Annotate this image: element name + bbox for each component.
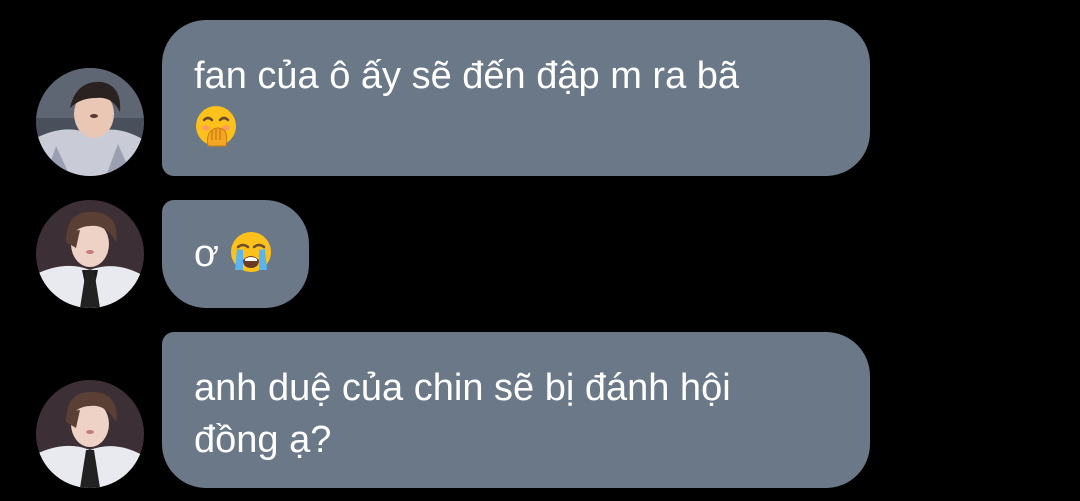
avatar[interactable] [36,200,144,308]
avatar[interactable] [36,68,144,176]
chat-thread: fan của ô ấy sẽ đến đập m ra bã ơ anh du… [0,0,1080,501]
message-bubble[interactable]: fan của ô ấy sẽ đến đập m ra bã [162,20,870,176]
message-text: ơ [194,233,219,275]
profile-photo-icon [36,200,144,308]
avatar[interactable] [36,380,144,488]
profile-photo-icon [36,380,144,488]
profile-photo-icon [36,68,144,176]
message-text: anh duệ của chin sẽ bị đánh hội [194,367,731,409]
message-bubble[interactable]: anh duệ của chin sẽ bị đánh hội đồng ạ? [162,332,870,488]
message-bubble[interactable]: ơ [162,200,309,308]
loudly-crying-face-emoji [229,230,273,274]
hand-over-mouth-emoji [194,104,238,148]
message-text: fan của ô ấy sẽ đến đập m ra bã [194,55,740,97]
message-text: đồng ạ? [194,419,332,461]
